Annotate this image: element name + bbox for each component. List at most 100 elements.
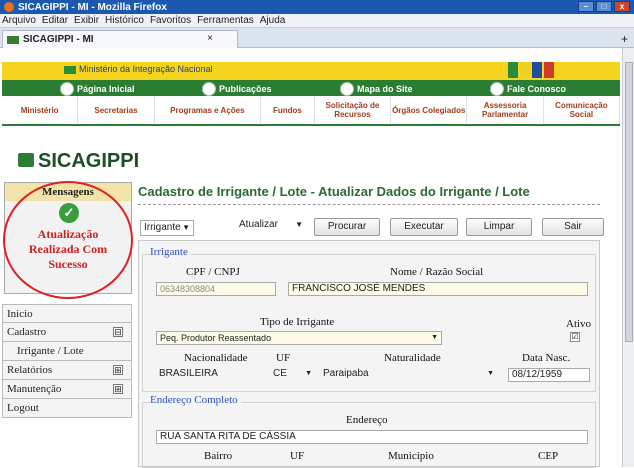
chevron-down-icon: ▼ — [487, 370, 494, 377]
brasil-logo — [508, 62, 554, 78]
browser-menubar: Arquivo Editar Exibir Histórico Favorito… — [0, 14, 634, 28]
execute-button[interactable]: Executar — [390, 218, 458, 236]
nacionalidade-label: Nacionalidade — [184, 352, 248, 364]
map-icon — [340, 82, 354, 96]
uf-value: CE — [273, 368, 287, 379]
favicon-icon — [7, 35, 19, 44]
close-window-button[interactable]: x — [614, 1, 630, 12]
sidebar-item-label: Relatórios — [7, 364, 53, 376]
minimize-button[interactable]: – — [578, 1, 594, 12]
sidebar-item-inicio[interactable]: Inicio — [2, 304, 132, 323]
nasc-field[interactable]: 08/12/1959 — [508, 368, 590, 382]
sidebar-item-label: Logout — [7, 402, 39, 414]
naturalidade-select[interactable]: Paraipaba ▼ — [320, 368, 500, 382]
ministry-header[interactable]: Ministério da Integração Nacional — [64, 64, 213, 74]
sidebar-item-label: Inicio — [7, 307, 33, 320]
nav-publicacoes[interactable]: Publicações — [202, 82, 272, 96]
sidebar-item-label: Irrigante / Lote — [17, 345, 84, 357]
nav-home[interactable]: Página Inicial — [60, 82, 135, 96]
app-logo: SICAGIPPI — [18, 150, 139, 173]
type-select[interactable]: Irrigante ▼ — [140, 220, 194, 236]
nav-label: Publicações — [219, 84, 272, 94]
search-button[interactable]: Procurar — [314, 218, 380, 236]
menu-exibir[interactable]: Exibir — [74, 15, 99, 26]
tipo-select[interactable]: Peq. Produtor Reassentado ▼ — [156, 331, 442, 345]
top-nav: Página Inicial Publicações Mapa do Site … — [2, 80, 620, 96]
menu-secretarias[interactable]: Secretarias — [78, 96, 155, 124]
nasc-label: Data Nasc. — [522, 352, 571, 364]
mail-icon — [490, 82, 504, 96]
tipo-value: Peq. Produtor Reassentado — [160, 333, 272, 343]
maximize-button[interactable]: □ — [596, 1, 612, 12]
ministry-name: Ministério da Integração Nacional — [79, 64, 213, 74]
chevron-down-icon: ▼ — [182, 223, 190, 232]
expand-icon[interactable]: ⊞ — [113, 384, 123, 394]
menu-ajuda[interactable]: Ajuda — [260, 15, 286, 26]
menu-ferramentas[interactable]: Ferramentas — [197, 15, 254, 26]
nav-contato[interactable]: Fale Conosco — [490, 82, 566, 96]
collapse-icon[interactable]: ⊟ — [113, 327, 123, 337]
menu-editar[interactable]: Editar — [42, 15, 68, 26]
scrollbar-thumb[interactable] — [625, 62, 633, 342]
sidebar-menu: Inicio Cadastro ⊟ Irrigante / Lote Relató… — [2, 304, 132, 418]
menu-assessoria[interactable]: Assessoria Parlamentar — [467, 96, 544, 124]
type-select-value: Irrigante — [144, 222, 181, 233]
endereco-legend: Endereço Completo — [150, 394, 241, 406]
tab-bar: SICAGIPPI - MI × + — [0, 28, 634, 48]
menu-favoritos[interactable]: Favoritos — [150, 15, 191, 26]
tab-title: SICAGIPPI - MI — [23, 34, 94, 45]
ativo-label: Ativo — [566, 318, 592, 330]
uf-select[interactable]: CE ▼ — [270, 368, 318, 382]
expand-icon[interactable]: ⊞ — [113, 365, 123, 375]
sidebar-item-cadastro[interactable]: Cadastro ⊟ — [2, 323, 132, 342]
logo-text: SICAGIPPI — [38, 150, 140, 172]
clear-button[interactable]: Limpar — [466, 218, 532, 236]
ativo-checkbox[interactable]: ☑ — [570, 332, 580, 342]
action-select[interactable]: Atualizar ▼ — [236, 218, 306, 234]
page-scrollbar[interactable] — [622, 48, 634, 467]
nacionalidade-field[interactable]: BRASILEIRA — [156, 368, 260, 382]
menu-arquivo[interactable]: Arquivo — [2, 15, 36, 26]
exit-button[interactable]: Sair — [542, 218, 604, 236]
menu-orgaos[interactable]: Órgãos Colegiados — [391, 96, 468, 124]
municipio-label: Municipio — [388, 450, 434, 462]
bairro-label: Bairro — [204, 450, 233, 462]
tab-close-icon[interactable]: × — [207, 33, 213, 44]
name-field[interactable]: FRANCISCO JOSÉ MENDES — [288, 282, 588, 296]
new-tab-button[interactable]: + — [621, 32, 628, 46]
home-icon — [60, 82, 74, 96]
nav-mapa[interactable]: Mapa do Site — [340, 82, 413, 96]
main-menu: Ministério Secretarias Programas e Ações… — [2, 96, 621, 126]
menu-fundos[interactable]: Fundos — [261, 96, 315, 124]
irrigante-legend: Irrigante — [150, 246, 191, 258]
brazil-flag-icon — [64, 65, 76, 74]
browser-tab[interactable]: SICAGIPPI - MI × — [2, 30, 238, 48]
chevron-down-icon: ▼ — [305, 370, 312, 377]
window-controls: – □ x — [578, 1, 630, 12]
sidebar-item-manutencao[interactable]: Manutenção ⊞ — [2, 380, 132, 399]
endereco-field[interactable]: RUA SANTA RITA DE CÁSSIA — [156, 430, 588, 444]
nav-label: Mapa do Site — [357, 84, 413, 94]
sidebar-item-logout[interactable]: Logout — [2, 399, 132, 418]
sidebar-item-relatorios[interactable]: Relatórios ⊞ — [2, 361, 132, 380]
cep-label: CEP — [538, 450, 559, 462]
menu-programas[interactable]: Programas e Ações — [155, 96, 262, 124]
menu-comunicacao[interactable]: Comunicação Social — [544, 96, 621, 124]
endereco-label: Endereço — [346, 414, 388, 426]
sidebar-item-irrigante-lote[interactable]: Irrigante / Lote — [2, 342, 132, 361]
nav-label: Página Inicial — [77, 84, 135, 94]
sidebar-item-label: Cadastro — [7, 326, 47, 338]
sidebar-item-label: Manutenção — [7, 383, 62, 395]
title-divider — [138, 204, 600, 205]
menu-solicitacao[interactable]: Solicitação de Recursos — [315, 96, 392, 124]
window-title-bar: SICAGIPPI - MI - Mozilla Firefox – □ x — [0, 0, 634, 14]
menu-historico[interactable]: Histórico — [105, 15, 144, 26]
window-title: SICAGIPPI - MI - Mozilla Firefox — [18, 1, 167, 13]
nav-label: Fale Conosco — [507, 84, 567, 94]
menu-ministerio[interactable]: Ministério — [2, 96, 79, 124]
book-icon — [202, 82, 216, 96]
naturalidade-value: Paraipaba — [323, 368, 369, 379]
tipo-label: Tipo de Irrigante — [260, 316, 335, 328]
cpf-label: CPF / CNPJ — [186, 266, 240, 278]
cpf-field[interactable]: 06348308804 — [156, 282, 276, 296]
